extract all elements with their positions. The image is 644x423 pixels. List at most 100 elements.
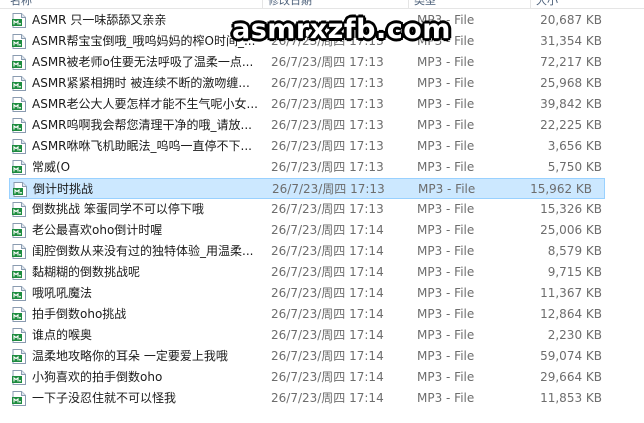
file-name: 倒数挑战 笨蛋同学不可以停下哦: [32, 202, 204, 216]
mp3-file-icon-part: [12, 55, 26, 70]
column-header-date[interactable]: 修改日期: [268, 0, 312, 8]
mp3-file-icon-part: [12, 76, 26, 91]
mp3-file-icon: [12, 139, 26, 154]
file-row[interactable]: ASMR紧紧相拥时 被连续不断的激吻缠... 26/7/23/周四 17:13 MP…: [0, 73, 644, 94]
mp3-file-icon-part: [12, 34, 26, 49]
mp3-file-icon-part: [12, 244, 26, 259]
mp3-file-icon-part: [19, 127, 21, 130]
file-type: MP3 - File: [417, 286, 475, 300]
mp3-file-icon-part: [12, 160, 26, 175]
file-size: 72,217 KB: [540, 55, 602, 69]
file-size: 25,006 KB: [540, 223, 602, 237]
file-name: 哦吼吼魔法: [32, 286, 93, 300]
file-date-modified: 26/7/23/周四 17:14: [271, 307, 384, 321]
file-type: MP3 - File: [417, 391, 475, 405]
file-type: MP3 - File: [417, 160, 475, 174]
file-size: 11,853 KB: [540, 391, 602, 405]
file-row[interactable]: ASMR咻咻飞机助眠法_呜呜一直停不下... 26/7/23/周四 17:13 MP…: [0, 136, 644, 157]
file-name: 常威(O: [32, 160, 71, 174]
column-header-bar: 名称 修改日期 类型 大小: [0, 0, 644, 9]
mp3-file-icon: [12, 118, 26, 133]
column-header-type[interactable]: 类型: [414, 0, 436, 8]
file-row[interactable]: 一下子没忍住就不可以怪我 26/7/23/周四 17:14 MP3 - File 11…: [0, 388, 644, 409]
file-row[interactable]: 常威(O 26/7/23/周四 17:13 MP3 - File 5,750 KB: [0, 157, 644, 178]
file-row[interactable]: 倒数挑战 笨蛋同学不可以停下哦 26/7/23/周四 17:13 MP3 - Fil…: [0, 199, 644, 220]
file-size: 11,367 KB: [540, 286, 602, 300]
file-name: ASMR帮宝宝倒哦_哦呜妈妈的榨O时间_...: [32, 34, 256, 48]
file-row[interactable]: ASMR被老师o住要无法呼吸了温柔一点... 26/7/23/周四 17:13 MP…: [0, 52, 644, 73]
file-date-modified: 26/7/23/周四 17:13: [271, 160, 384, 174]
column-divider[interactable]: [408, 0, 409, 8]
file-name: 一下子没忍住就不可以怪我: [32, 391, 177, 405]
file-row[interactable]: ASMR老公大人要怎样才能不生气呢小女... 26/7/23/周四 17:13 MP…: [0, 94, 644, 115]
mp3-file-icon: [12, 391, 26, 406]
mp3-file-icon-part: [12, 328, 26, 343]
mp3-file-icon-part: [12, 13, 26, 28]
file-type: MP3 - File: [417, 55, 475, 69]
file-type: MP3 - File: [417, 223, 475, 237]
file-size: 2,230 KB: [547, 328, 602, 342]
file-date-modified: 26/7/23/周四 17:13: [272, 182, 385, 196]
mp3-file-icon-part: [19, 22, 21, 25]
mp3-file-icon-part: [13, 182, 27, 197]
mp3-file-icon: [12, 202, 26, 217]
mp3-file-icon-part: [12, 349, 26, 364]
file-name: 谁点的喉奥: [32, 328, 93, 342]
mp3-file-icon: [12, 370, 26, 385]
mp3-file-icon-part: [21, 13, 26, 18]
file-row[interactable]: 倒计时挑战 26/7/23/周四 17:13 MP3 - File 15,962 KB: [9, 178, 605, 199]
file-row[interactable]: 老公最喜欢oho倒计时喔 26/7/23/周四 17:14 MP3 - File 25…: [0, 220, 644, 241]
file-type: MP3 - File: [417, 307, 475, 321]
file-size: 15,326 KB: [540, 202, 602, 216]
mp3-file-icon-part: [19, 274, 21, 277]
file-date-modified: 26/7/23/周四 17:13: [271, 139, 384, 153]
mp3-file-icon-part: [12, 307, 26, 322]
file-size: 29,664 KB: [540, 370, 602, 384]
file-row[interactable]: 拍手倒数oho挑战 26/7/23/周四 17:14 MP3 - File 12,86…: [0, 304, 644, 325]
file-name: 老公最喜欢oho倒计时喔: [32, 223, 163, 237]
file-date-modified: 26/7/23/周四 17:13: [271, 76, 384, 90]
mp3-file-icon-part: [12, 202, 26, 217]
file-row[interactable]: 谁点的喉奥 26/7/23/周四 17:14 MP3 - File 2,230 KB: [0, 325, 644, 346]
file-type: MP3 - File: [417, 76, 475, 90]
file-row[interactable]: ASMR呜啊我会帮您清理干净的哦_请放... 26/7/23/周四 17:13 MP…: [0, 115, 644, 136]
file-row[interactable]: 哦吼吼魔法 26/7/23/周四 17:14 MP3 - File 11,367 KB: [0, 283, 644, 304]
file-size: 20,687 KB: [540, 13, 602, 27]
file-type: MP3 - File: [417, 328, 475, 342]
file-row[interactable]: 黏糊糊的倒数挑战呢 26/7/23/周四 17:14 MP3 - File 9,715…: [0, 262, 644, 283]
column-header-name[interactable]: 名称: [10, 0, 32, 8]
mp3-file-icon: [12, 328, 26, 343]
file-type: MP3 - File: [417, 244, 475, 258]
mp3-file-icon-part: [12, 286, 26, 301]
file-date-modified: 26/7/23/周四 17:13: [271, 202, 384, 216]
mp3-file-icon-part: [12, 139, 26, 154]
file-date-modified: 26/7/23/周四 17:14: [271, 265, 384, 279]
column-divider[interactable]: [262, 0, 263, 8]
file-row[interactable]: 温柔地攻略你的耳朵 一定要爱上我哦 26/7/23/周四 17:14 MP3 - F…: [0, 346, 644, 367]
mp3-file-icon: [12, 244, 26, 259]
mp3-file-icon-part: [19, 43, 21, 46]
mp3-file-icon-part: [19, 379, 21, 382]
file-row[interactable]: 闺腔倒数从来没有过的独特体验_用温柔... 26/7/23/周四 17:14 MP3…: [0, 241, 644, 262]
mp3-file-icon: [12, 97, 26, 112]
file-name: ASMR紧紧相拥时 被连续不断的激吻缠...: [32, 76, 250, 90]
file-name: 拍手倒数oho挑战: [32, 307, 127, 321]
file-name: ASMR 只一味舔舔又亲亲: [32, 13, 167, 27]
mp3-file-icon-part: [19, 316, 21, 319]
mp3-file-icon-part: [19, 358, 21, 361]
mp3-file-icon-part: [19, 337, 21, 340]
mp3-file-icon-part: [19, 400, 21, 403]
mp3-file-icon-part: [12, 265, 26, 280]
mp3-file-icon: [12, 286, 26, 301]
file-date-modified: 26/7/23/周四 17:14: [271, 349, 384, 363]
file-name: 温柔地攻略你的耳朵 一定要爱上我哦: [32, 349, 228, 363]
mp3-file-icon-part: [19, 295, 21, 298]
column-divider[interactable]: [530, 0, 531, 8]
mp3-file-icon-part: [19, 148, 21, 151]
column-header-size[interactable]: 大小: [536, 0, 558, 8]
file-type: MP3 - File: [417, 97, 475, 111]
file-size: 15,962 KB: [530, 182, 592, 196]
mp3-file-icon: [13, 182, 27, 197]
mp3-file-icon: [12, 223, 26, 238]
file-row[interactable]: 小狗喜欢的拍手倒数oho 26/7/23/周四 17:14 MP3 - File 29…: [0, 367, 644, 388]
